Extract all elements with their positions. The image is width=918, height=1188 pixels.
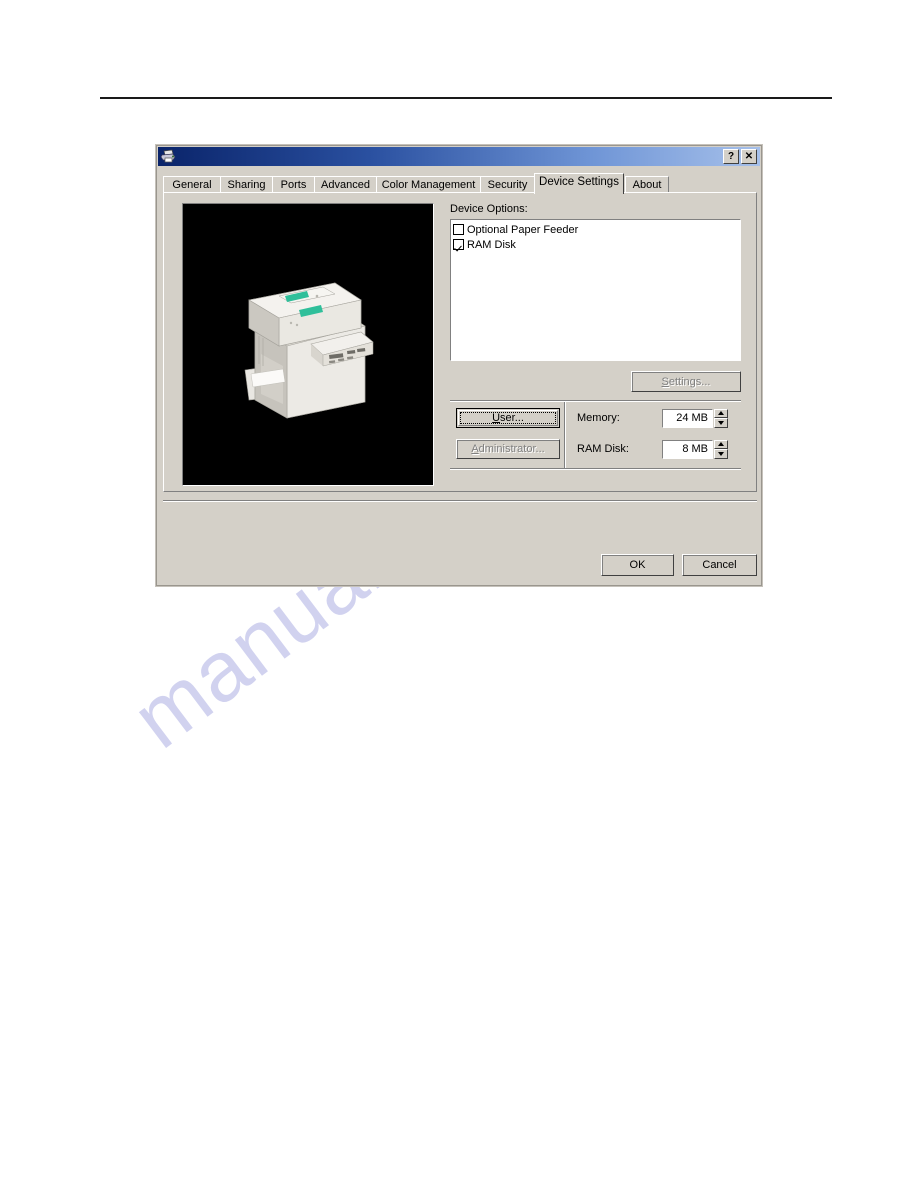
printer-properties-dialog: ? ✕ General Sharing Ports Advanced Color… xyxy=(155,144,763,587)
chevron-up-icon xyxy=(718,442,724,447)
administrator-button-label: Administrator... xyxy=(471,443,545,455)
page-header-rule xyxy=(100,97,832,99)
ram-disk-spin-down-button[interactable] xyxy=(714,449,728,459)
administrator-button[interactable]: Administrator... xyxy=(456,439,560,459)
footer-separator xyxy=(163,500,757,502)
separator-vertical xyxy=(564,402,566,468)
checkbox-unchecked-icon[interactable] xyxy=(453,224,464,235)
memory-spin-buttons xyxy=(714,408,728,428)
tab-color-management[interactable]: Color Management xyxy=(376,176,481,193)
memory-value[interactable]: 24 MB xyxy=(662,408,713,428)
separator-top xyxy=(450,400,741,402)
ram-disk-spin-buttons xyxy=(714,439,728,459)
settings-button[interactable]: Settings... xyxy=(631,371,741,392)
tab-device-settings[interactable]: Device Settings xyxy=(534,173,624,194)
tab-general[interactable]: General xyxy=(163,176,221,193)
cancel-button-label: Cancel xyxy=(702,559,737,571)
ram-disk-stepper[interactable]: 8 MB xyxy=(662,439,728,459)
ram-disk-value[interactable]: 8 MB xyxy=(662,439,713,459)
ok-button-label: OK xyxy=(629,559,646,571)
device-settings-tab-page: Device Options: Optional Paper Feeder RA… xyxy=(163,192,757,492)
chevron-up-icon xyxy=(718,411,724,416)
list-item-label: RAM Disk xyxy=(467,238,516,251)
close-button[interactable]: ✕ xyxy=(741,149,757,164)
document-page: manualshive.com ? ✕ General Sharing Po xyxy=(0,0,918,1188)
memory-spin-down-button[interactable] xyxy=(714,418,728,428)
help-button[interactable]: ? xyxy=(723,149,739,164)
list-item-label: Optional Paper Feeder xyxy=(467,223,579,236)
device-options-list[interactable]: Optional Paper Feeder RAM Disk xyxy=(450,219,741,361)
tab-ports[interactable]: Ports xyxy=(272,176,315,193)
titlebar-button-group: ? ✕ xyxy=(723,149,759,164)
chevron-down-icon xyxy=(718,451,724,456)
settings-button-label: Settings... xyxy=(661,375,711,388)
ram-disk-field-row: RAM Disk: 8 MB xyxy=(577,439,741,459)
list-item[interactable]: RAM Disk xyxy=(453,237,740,252)
ok-button[interactable]: OK xyxy=(601,554,674,576)
printer-preview xyxy=(182,203,434,486)
tab-sharing[interactable]: Sharing xyxy=(220,176,273,193)
list-item[interactable]: Optional Paper Feeder xyxy=(453,222,740,237)
memory-label: Memory: xyxy=(577,412,620,424)
user-button-label: User... xyxy=(492,412,524,424)
chevron-down-icon xyxy=(718,420,724,425)
tab-about[interactable]: About xyxy=(625,176,669,193)
tab-advanced[interactable]: Advanced xyxy=(314,176,377,193)
tab-security[interactable]: Security xyxy=(480,176,535,193)
memory-stepper[interactable]: 24 MB xyxy=(662,408,728,428)
ram-disk-label: RAM Disk: xyxy=(577,443,629,455)
memory-spin-up-button[interactable] xyxy=(714,408,728,418)
ram-disk-spin-up-button[interactable] xyxy=(714,439,728,449)
dialog-titlebar[interactable]: ? ✕ xyxy=(158,147,760,166)
separator-bottom xyxy=(450,468,741,470)
device-options-label: Device Options: xyxy=(450,203,528,215)
checkbox-checked-icon[interactable] xyxy=(453,239,464,250)
user-button[interactable]: User... xyxy=(456,408,560,428)
memory-field-row: Memory: 24 MB xyxy=(577,408,741,428)
tab-strip: General Sharing Ports Advanced Color Man… xyxy=(163,173,755,194)
printer-icon xyxy=(160,149,176,164)
cancel-button[interactable]: Cancel xyxy=(682,554,757,576)
